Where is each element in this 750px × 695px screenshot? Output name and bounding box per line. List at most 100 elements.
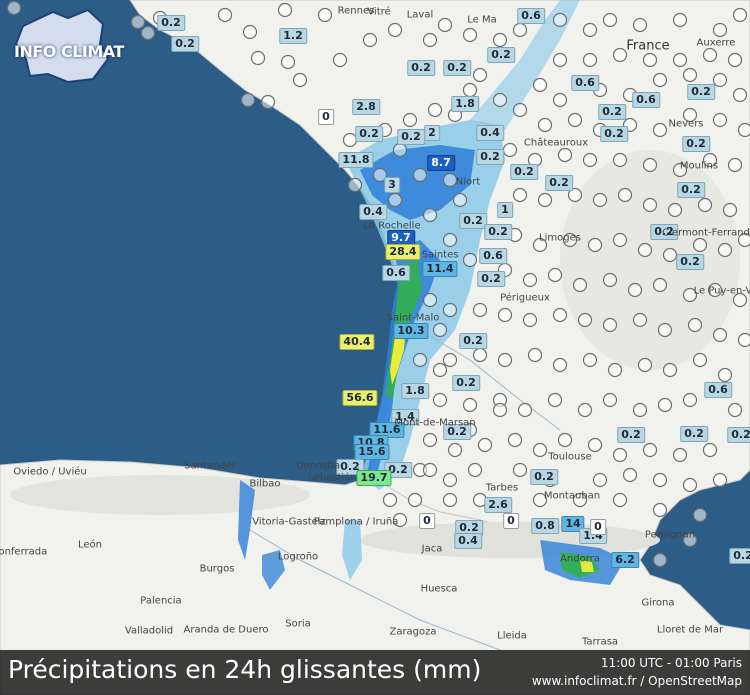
precipitation-value[interactable]: 0.2: [477, 271, 505, 287]
precipitation-value[interactable]: 1.2: [279, 28, 307, 44]
precipitation-value[interactable]: 3: [384, 177, 400, 193]
station-dot: [557, 432, 573, 448]
precipitation-value[interactable]: 11.8: [338, 152, 374, 168]
precipitation-value[interactable]: 1.8: [401, 383, 429, 399]
precipitation-value[interactable]: 0.2: [452, 375, 480, 391]
precipitation-value[interactable]: 10.3: [393, 323, 429, 339]
station-dot: [452, 192, 468, 208]
precipitation-value[interactable]: 0.2: [510, 164, 538, 180]
station-dot: [347, 177, 363, 193]
station-dot: [672, 447, 688, 463]
precipitation-value[interactable]: 8.7: [427, 155, 455, 171]
precipitation-value[interactable]: 40.4: [339, 334, 375, 350]
place-name: Palencia: [140, 595, 182, 607]
footer-bar: Précipitations en 24h glissantes (mm) 11…: [0, 650, 750, 695]
station-dot: [587, 237, 603, 253]
precipitation-value[interactable]: 2: [424, 125, 440, 141]
massif-central-relief: [560, 150, 740, 370]
station-dot: [477, 437, 493, 453]
station-dot: [512, 22, 528, 38]
station-dot: [577, 312, 593, 328]
precipitation-value[interactable]: 0.2: [355, 126, 383, 142]
station-dot: [652, 502, 668, 518]
precipitation-value[interactable]: 2.6: [484, 497, 512, 513]
precipitation-value[interactable]: 0.2: [476, 149, 504, 165]
precipitation-value[interactable]: 0.2: [682, 136, 710, 152]
precipitation-value[interactable]: 0: [590, 519, 606, 535]
station-dot: [617, 187, 633, 203]
precipitation-value[interactable]: 0: [318, 109, 334, 125]
precipitation-value[interactable]: 0.2: [157, 15, 185, 31]
precipitation-value[interactable]: 0.6: [571, 75, 599, 91]
precipitation-value[interactable]: 28.4: [385, 244, 421, 260]
station-dot: [702, 442, 718, 458]
precipitation-value[interactable]: 0.2: [407, 60, 435, 76]
precipitation-value[interactable]: 0.2: [729, 548, 750, 564]
station-dot: [217, 7, 233, 23]
station-dot: [447, 442, 463, 458]
precipitation-value[interactable]: 0.2: [459, 213, 487, 229]
precipitation-value[interactable]: 1: [497, 202, 513, 218]
precipitation-value[interactable]: 0.2: [171, 36, 199, 52]
station-dot: [612, 232, 628, 248]
place-name: Toulouse: [548, 451, 592, 463]
precipitation-value[interactable]: 0.6: [632, 92, 660, 108]
precipitation-value[interactable]: 0.4: [476, 125, 504, 141]
station-dot: [462, 27, 478, 43]
precipitation-value[interactable]: 0.2: [600, 126, 628, 142]
precipitation-value[interactable]: 1.8: [451, 96, 479, 112]
precipitation-value[interactable]: 15.6: [354, 444, 390, 460]
station-dot: [332, 52, 348, 68]
precipitation-value[interactable]: 19.7: [356, 470, 392, 486]
precipitation-value[interactable]: 0.6: [479, 248, 507, 264]
precipitation-value[interactable]: 2.8: [352, 99, 380, 115]
place-name: Saintes: [421, 249, 459, 261]
station-dot: [442, 472, 458, 488]
precipitation-value[interactable]: 0.6: [704, 382, 732, 398]
precipitation-value[interactable]: 0.2: [727, 427, 750, 443]
station-dot: [462, 252, 478, 268]
precipitation-value[interactable]: 0.2: [677, 182, 705, 198]
station-dot: [387, 22, 403, 38]
station-dot: [442, 302, 458, 318]
precipitation-value[interactable]: 0.2: [484, 224, 512, 240]
precipitation-value[interactable]: 0.6: [382, 265, 410, 281]
precipitation-value[interactable]: 0.2: [545, 175, 573, 191]
precipitation-value[interactable]: 0.2: [487, 47, 515, 63]
station-dot: [422, 207, 438, 223]
precipitation-value[interactable]: 0.2: [530, 469, 558, 485]
station-dot: [642, 157, 658, 173]
precipitation-value[interactable]: 0.2: [680, 426, 708, 442]
precipitation-value[interactable]: 0.2: [598, 104, 626, 120]
station-dot: [532, 442, 548, 458]
station-dot: [732, 7, 748, 23]
station-dot: [557, 147, 573, 163]
precipitation-value[interactable]: 0.2: [617, 427, 645, 443]
station-dot: [717, 367, 733, 383]
precipitation-value[interactable]: 11.4: [422, 261, 458, 277]
precipitation-value[interactable]: 0: [419, 513, 435, 529]
station-dot: [712, 22, 728, 38]
station-dot: [292, 72, 308, 88]
precipitation-value[interactable]: 0.6: [517, 8, 545, 24]
station-dot: [662, 362, 678, 378]
station-dot: [697, 197, 713, 213]
place-name: Bilbao: [249, 478, 281, 490]
precipitation-value[interactable]: 0.8: [531, 518, 559, 534]
station-dot: [462, 82, 478, 98]
precipitation-value[interactable]: 0.4: [454, 533, 482, 549]
precipitation-value[interactable]: 0.4: [359, 204, 387, 220]
infoclimat-logo[interactable]: INFO CLIMAT: [8, 4, 128, 84]
precipitation-value[interactable]: 0.2: [459, 333, 487, 349]
station-dot: [552, 52, 568, 68]
precipitation-value[interactable]: 6.2: [611, 552, 639, 568]
precipitation-value[interactable]: 0.2: [687, 84, 715, 100]
precipitation-value[interactable]: 0: [503, 513, 519, 529]
station-dot: [427, 102, 443, 118]
precipitation-value[interactable]: 0.2: [443, 60, 471, 76]
precipitation-value[interactable]: 56.6: [342, 390, 378, 406]
precipitation-value[interactable]: 0.2: [397, 129, 425, 145]
station-dot: [737, 122, 750, 138]
station-dot: [687, 317, 703, 333]
precipitation-value[interactable]: 0.2: [676, 254, 704, 270]
